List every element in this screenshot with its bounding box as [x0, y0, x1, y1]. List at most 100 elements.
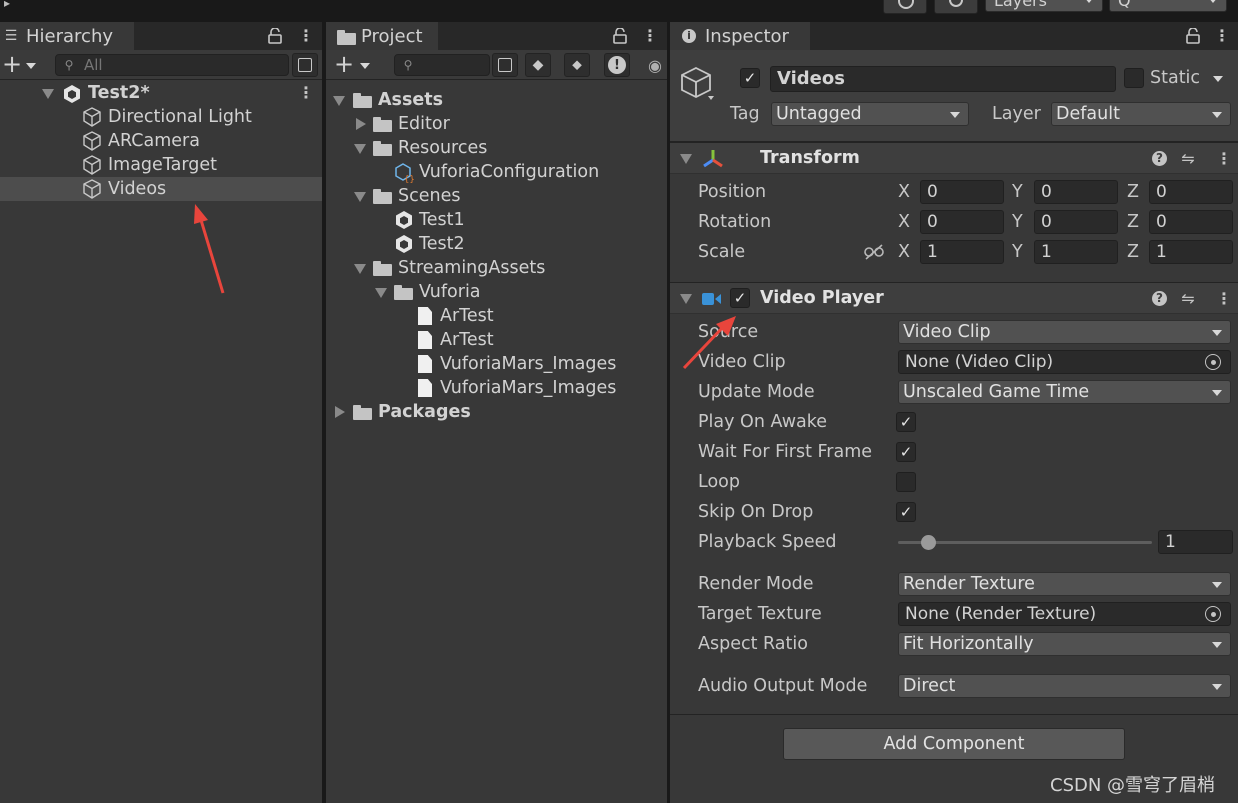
plus-icon[interactable]: +: [334, 50, 354, 78]
expand-arrow-icon[interactable]: [333, 96, 345, 106]
tree-item-file[interactable]: ArTest: [326, 304, 667, 328]
plus-icon[interactable]: +: [2, 50, 22, 78]
tree-item-test2[interactable]: Test2: [326, 232, 667, 256]
object-name-field[interactable]: Videos: [770, 66, 1116, 92]
search-by-type-button[interactable]: [292, 53, 318, 77]
add-component-button[interactable]: Add Component: [783, 728, 1125, 760]
hierarchy-item[interactable]: ARCamera: [0, 129, 322, 153]
search-button[interactable]: [934, 0, 978, 14]
tree-item-file[interactable]: VuforiaMars_Images: [326, 352, 667, 376]
playback-speed-field[interactable]: 1: [1158, 530, 1233, 554]
axis-label[interactable]: Y: [1012, 182, 1023, 202]
lock-icon[interactable]: [1186, 28, 1200, 44]
object-picker-icon[interactable]: [1205, 606, 1221, 622]
axis-label[interactable]: Z: [1127, 242, 1139, 262]
help-icon[interactable]: ?: [1152, 151, 1167, 166]
loop-checkbox[interactable]: [896, 472, 916, 492]
aspect-ratio-dropdown[interactable]: Fit Horizontally: [898, 632, 1231, 656]
axis-label[interactable]: Y: [1012, 242, 1023, 262]
expand-arrow-icon[interactable]: [354, 192, 366, 202]
rotation-z-field[interactable]: 0: [1149, 210, 1233, 234]
scale-z-field[interactable]: 1: [1149, 240, 1233, 264]
tree-item-file[interactable]: ArTest: [326, 328, 667, 352]
gameobject-cube-icon[interactable]: [680, 66, 714, 102]
audio-output-dropdown[interactable]: Direct: [898, 674, 1231, 698]
target-texture-field[interactable]: None (Render Texture): [898, 602, 1231, 626]
transform-header[interactable]: Transform ? ⇋ ⋮: [670, 142, 1238, 174]
tab-project[interactable]: Project: [326, 22, 438, 50]
hierarchy-item[interactable]: Videos: [0, 177, 322, 201]
play-on-awake-checkbox[interactable]: ✓: [896, 412, 916, 432]
rotation-y-field[interactable]: 0: [1034, 210, 1118, 234]
hidden-packages-icon[interactable]: ◉: [644, 56, 666, 75]
error-filter-button[interactable]: !: [604, 53, 630, 77]
chevron-down-icon[interactable]: [26, 63, 36, 69]
history-button[interactable]: [883, 0, 927, 14]
position-x-field[interactable]: 0: [920, 180, 1004, 204]
search-by-type-button[interactable]: [492, 53, 518, 77]
expand-arrow-icon[interactable]: [354, 144, 366, 154]
component-menu-icon[interactable]: ⋮: [1216, 151, 1232, 167]
tree-item-resources[interactable]: Resources: [326, 136, 667, 160]
constrain-scale-icon[interactable]: [864, 244, 884, 260]
layout-dropdown[interactable]: Q: [1109, 0, 1227, 12]
scene-menu-icon[interactable]: ⋮: [298, 85, 314, 101]
static-dropdown-icon[interactable]: [1213, 76, 1223, 82]
tree-item-packages[interactable]: Packages: [326, 400, 667, 424]
preset-icon[interactable]: ⇋: [1180, 149, 1196, 168]
position-y-field[interactable]: 0: [1034, 180, 1118, 204]
axis-label[interactable]: Z: [1127, 182, 1139, 202]
lock-icon[interactable]: [268, 28, 282, 44]
collapse-arrow-icon[interactable]: [335, 406, 345, 418]
scale-y-field[interactable]: 1: [1034, 240, 1118, 264]
axis-label[interactable]: Z: [1127, 212, 1139, 232]
tree-item-editor[interactable]: Editor: [326, 112, 667, 136]
component-menu-icon[interactable]: ⋮: [1216, 291, 1232, 307]
panel-menu-icon[interactable]: ⋮: [298, 28, 314, 44]
hierarchy-item[interactable]: Directional Light: [0, 105, 322, 129]
filter-by-label-button[interactable]: ⬥: [564, 53, 590, 77]
hierarchy-item[interactable]: ImageTarget: [0, 153, 322, 177]
wait-first-frame-checkbox[interactable]: ✓: [896, 442, 916, 462]
expand-arrow-icon[interactable]: [680, 154, 692, 164]
object-active-checkbox[interactable]: ✓: [740, 68, 760, 88]
play-icon[interactable]: ▸: [0, 0, 14, 10]
position-z-field[interactable]: 0: [1149, 180, 1233, 204]
object-picker-icon[interactable]: [1205, 354, 1221, 370]
render-mode-dropdown[interactable]: Render Texture: [898, 572, 1231, 596]
layer-dropdown[interactable]: Default: [1051, 102, 1231, 126]
expand-arrow-icon[interactable]: [680, 294, 692, 304]
tab-inspector[interactable]: i Inspector: [670, 22, 810, 50]
axis-label[interactable]: X: [898, 242, 910, 262]
axis-label[interactable]: X: [898, 182, 910, 202]
layers-dropdown[interactable]: Layers: [985, 0, 1103, 12]
static-checkbox[interactable]: [1124, 68, 1144, 88]
panel-menu-icon[interactable]: ⋮: [642, 28, 658, 44]
chevron-down-icon[interactable]: [360, 63, 370, 69]
source-dropdown[interactable]: Video Clip: [898, 320, 1231, 344]
preset-icon[interactable]: ⇋: [1180, 289, 1196, 308]
scene-row[interactable]: Test2* ⋮: [0, 81, 322, 105]
panel-menu-icon[interactable]: ⋮: [1214, 28, 1230, 44]
rotation-x-field[interactable]: 0: [920, 210, 1004, 234]
tree-item-test1[interactable]: Test1: [326, 208, 667, 232]
expand-arrow-icon[interactable]: [375, 288, 387, 298]
project-search-input[interactable]: ⚲: [394, 54, 490, 76]
axis-label[interactable]: X: [898, 212, 910, 232]
tag-dropdown[interactable]: Untagged: [771, 102, 969, 126]
tree-item-scenes[interactable]: Scenes: [326, 184, 667, 208]
expand-arrow-icon[interactable]: [42, 89, 54, 99]
help-icon[interactable]: ?: [1152, 291, 1167, 306]
lock-icon[interactable]: [613, 28, 627, 44]
skip-on-drop-checkbox[interactable]: ✓: [896, 502, 916, 522]
expand-arrow-icon[interactable]: [354, 264, 366, 274]
axis-label[interactable]: Y: [1012, 212, 1023, 232]
tree-item-assets[interactable]: Assets: [326, 88, 667, 112]
tree-item-vuforia[interactable]: Vuforia: [326, 280, 667, 304]
hierarchy-search-input[interactable]: ⚲ All: [55, 54, 289, 76]
video-player-header[interactable]: ✓ Video Player ? ⇋ ⋮: [670, 282, 1238, 314]
video-clip-field[interactable]: None (Video Clip): [898, 350, 1231, 374]
video-player-enabled-checkbox[interactable]: ✓: [730, 288, 750, 308]
filter-by-type-button[interactable]: ◆: [525, 53, 551, 77]
collapse-arrow-icon[interactable]: [356, 118, 366, 130]
